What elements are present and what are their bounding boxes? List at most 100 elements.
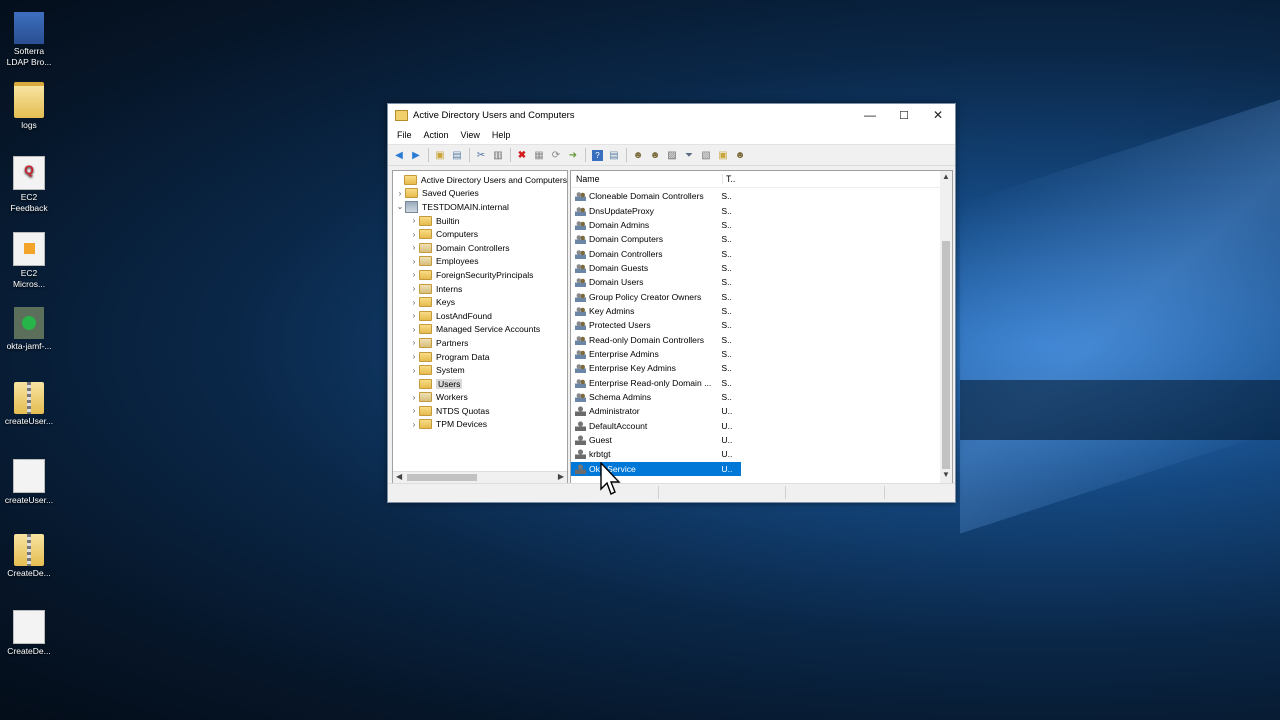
tree-node[interactable]: › Interns — [393, 282, 567, 296]
tree-node[interactable]: › Keys — [393, 295, 567, 309]
scroll-left-icon[interactable]: ◀ — [396, 472, 402, 481]
column-header-name[interactable]: Name — [571, 174, 722, 184]
tree-node[interactable]: Active Directory Users and Computers — [393, 173, 567, 187]
expand-chevron-icon[interactable]: › — [395, 189, 405, 198]
expand-chevron-icon[interactable]: › — [409, 216, 419, 225]
scroll-right-icon[interactable]: ▶ — [558, 472, 564, 481]
menu-action[interactable]: Action — [418, 130, 455, 140]
list-item[interactable]: Group Policy Creator Owners S.. — [571, 289, 741, 303]
tree-node[interactable]: › Saved Queries — [393, 187, 567, 201]
scroll-thumb[interactable] — [407, 474, 477, 481]
new-ou-icon[interactable]: ▣ — [715, 147, 731, 163]
list-item[interactable]: Domain Computers S.. — [571, 232, 741, 246]
desktop-icon[interactable]: createUser... — [4, 459, 54, 506]
find-icon[interactable]: ▨ — [664, 147, 680, 163]
list-item[interactable]: Cloneable Domain Controllers S.. — [571, 189, 741, 203]
paste-icon[interactable]: ▥ — [490, 147, 506, 163]
tree-node[interactable]: › Employees — [393, 255, 567, 269]
list-item[interactable]: DnsUpdateProxy S.. — [571, 203, 741, 217]
add-to-group-icon[interactable]: ▧ — [698, 147, 714, 163]
desktop-icon[interactable]: okta-jamf-... — [4, 307, 54, 352]
tree-node[interactable]: › ForeignSecurityPrincipals — [393, 268, 567, 282]
tree-node[interactable]: › LostAndFound — [393, 309, 567, 323]
new-group-icon[interactable]: ☻ — [647, 147, 663, 163]
desktop-icon[interactable]: Softerra LDAP Bro... — [4, 12, 54, 68]
expand-chevron-icon[interactable]: › — [409, 230, 419, 239]
aduc-window[interactable]: Active Directory Users and Computers — ☐… — [387, 103, 956, 503]
expand-chevron-icon[interactable]: › — [409, 270, 419, 279]
list-item[interactable]: OktaService U.. — [571, 461, 741, 476]
expand-chevron-icon[interactable]: › — [409, 366, 419, 375]
title-bar[interactable]: Active Directory Users and Computers — ☐… — [388, 104, 955, 126]
properties-icon[interactable]: ▦ — [531, 147, 547, 163]
list-item[interactable]: Protected Users S.. — [571, 318, 741, 332]
tree-node[interactable]: › Workers — [393, 391, 567, 405]
cut-icon[interactable]: ✂ — [473, 147, 489, 163]
column-header-type[interactable]: T.. — [722, 174, 746, 184]
list-item[interactable]: Domain Guests S.. — [571, 261, 741, 275]
delegate-icon[interactable]: ☻ — [732, 147, 748, 163]
desktop-icon[interactable]: EC2 Feedback — [4, 156, 54, 214]
list-item[interactable]: Domain Admins S.. — [571, 218, 741, 232]
tree-node[interactable]: › System — [393, 363, 567, 377]
tree-node[interactable]: › Managed Service Accounts — [393, 323, 567, 337]
list-item[interactable]: krbtgt U.. — [571, 447, 741, 461]
collapse-chevron-icon[interactable]: ⌄ — [395, 202, 405, 211]
expand-chevron-icon[interactable]: › — [409, 338, 419, 347]
tree-node[interactable]: › Builtin — [393, 214, 567, 228]
expand-chevron-icon[interactable]: › — [409, 420, 419, 429]
refresh-icon[interactable]: ⟳ — [548, 147, 564, 163]
tree-node[interactable]: › NTDS Quotas — [393, 404, 567, 418]
menu-view[interactable]: View — [455, 130, 486, 140]
list-vertical-scrollbar[interactable]: ▲ ▼ — [940, 171, 952, 483]
forward-arrow-icon[interactable]: ▶ — [408, 147, 424, 163]
list-item[interactable]: Administrator U.. — [571, 404, 741, 418]
expand-chevron-icon[interactable]: › — [409, 325, 419, 334]
tree-horizontal-scrollbar[interactable]: ◀ ▶ — [393, 471, 567, 483]
list-item[interactable]: Key Admins S.. — [571, 304, 741, 318]
menu-file[interactable]: File — [391, 130, 418, 140]
expand-chevron-icon[interactable]: › — [409, 352, 419, 361]
tree-node[interactable]: › Program Data — [393, 350, 567, 364]
list-item[interactable]: Schema Admins S.. — [571, 390, 741, 404]
list-item[interactable]: Enterprise Admins S.. — [571, 347, 741, 361]
new-user-icon[interactable]: ☻ — [630, 147, 646, 163]
console-icon[interactable]: ▤ — [606, 147, 622, 163]
menu-help[interactable]: Help — [486, 130, 517, 140]
console-tree[interactable]: Active Directory Users and Computers › Sav… — [392, 170, 568, 484]
expand-chevron-icon[interactable]: › — [409, 393, 419, 402]
expand-chevron-icon[interactable]: › — [409, 311, 419, 320]
tree-node[interactable]: › TPM Devices — [393, 418, 567, 432]
details-pane[interactable]: Name T.. Cloneable Domain Controllers S..… — [570, 170, 953, 484]
expand-chevron-icon[interactable]: › — [409, 298, 419, 307]
tree-node[interactable]: › Domain Controllers — [393, 241, 567, 255]
tree-node[interactable]: › Computers — [393, 227, 567, 241]
list-item[interactable]: Domain Controllers S.. — [571, 246, 741, 260]
scroll-up-icon[interactable]: ▲ — [942, 172, 950, 181]
up-folder-icon[interactable]: ▣ — [432, 147, 448, 163]
show-tree-icon[interactable]: ▤ — [449, 147, 465, 163]
list-item[interactable]: Enterprise Read-only Domain ... S.. — [571, 375, 741, 389]
expand-chevron-icon[interactable]: › — [409, 284, 419, 293]
tree-node[interactable]: ⌄ TESTDOMAIN.internal — [393, 200, 567, 214]
tree-node[interactable]: Users — [393, 377, 567, 391]
tree-node[interactable]: › Partners — [393, 336, 567, 350]
help-icon[interactable]: ? — [592, 149, 603, 161]
expand-chevron-icon[interactable]: › — [409, 257, 419, 266]
close-button[interactable]: ✕ — [921, 104, 955, 126]
scroll-thumb[interactable] — [942, 241, 950, 469]
desktop-icon[interactable]: CreateDe... — [4, 610, 54, 657]
delete-icon[interactable]: ✖ — [514, 147, 530, 163]
desktop-icon[interactable]: createUser... — [4, 382, 54, 427]
filter-icon[interactable]: ⏷ — [681, 147, 697, 163]
list-item[interactable]: Guest U.. — [571, 433, 741, 447]
list-item[interactable]: DefaultAccount U.. — [571, 419, 741, 433]
list-item[interactable]: Domain Users S.. — [571, 275, 741, 289]
back-arrow-icon[interactable]: ◀ — [391, 147, 407, 163]
desktop-icon[interactable]: CreateDe... — [4, 534, 54, 579]
desktop-icon[interactable]: EC2 Micros... — [4, 232, 54, 290]
expand-chevron-icon[interactable]: › — [409, 243, 419, 252]
minimize-button[interactable]: — — [853, 104, 887, 126]
expand-chevron-icon[interactable]: › — [409, 406, 419, 415]
scroll-down-icon[interactable]: ▼ — [942, 470, 950, 479]
